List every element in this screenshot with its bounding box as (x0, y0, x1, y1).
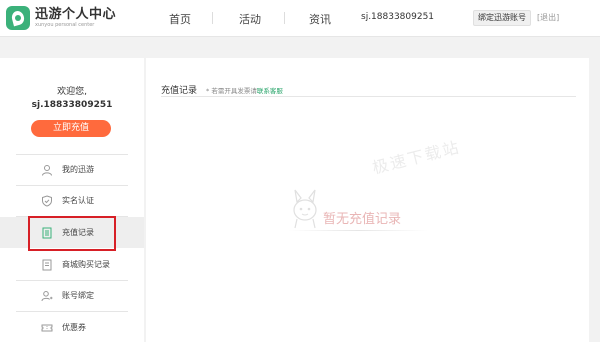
sidebar-item-shop-purchases[interactable]: 商城购买记录 (0, 249, 144, 280)
bind-account-button[interactable]: 绑定迅游账号 (473, 10, 531, 26)
nav-separator (212, 12, 213, 24)
logout-link[interactable]: [退出] (537, 12, 559, 23)
logo-title: 迅游个人中心 (35, 7, 117, 22)
logo-mark-icon (6, 6, 30, 30)
recharge-now-button[interactable]: 立即充值 (31, 120, 111, 137)
shield-check-icon (42, 194, 52, 207)
sidebar-item-my-xunyou[interactable]: 我的迅游 (0, 154, 144, 185)
recharge-records-panel: 充值记录 * 若需开具发票请联系客服 极速下载站 暂无充值记录 (146, 58, 589, 342)
nav-activities[interactable]: 活动 (239, 11, 261, 27)
user-icon (42, 164, 52, 176)
sidebar-item-label: 商城购买记录 (62, 260, 110, 269)
logo[interactable]: 迅游个人中心 xunyou personal center (6, 6, 116, 30)
sidebar-item-label: 实名认证 (62, 196, 94, 205)
empty-state: 暂无充值记录 (288, 188, 428, 238)
nav-separator (284, 12, 285, 24)
invoice-hint-text: * 若需开具发票请 (206, 87, 257, 95)
sidebar-item-account-binding[interactable]: 账号绑定 (0, 280, 144, 311)
sidebar-item-real-name[interactable]: 实名认证 (0, 185, 144, 216)
nav-home[interactable]: 首页 (169, 11, 191, 27)
sidebar: 欢迎您, sj.18833809251 立即充值 我的迅游 实名认证 充值记录 (0, 58, 144, 342)
top-header: 迅游个人中心 xunyou personal center 首页 活动 资讯 s… (0, 0, 600, 37)
invoice-hint: * 若需开具发票请联系客服 (206, 85, 283, 95)
sidebar-item-coupons[interactable]: 优惠券 (0, 312, 144, 342)
coupon-icon (41, 324, 53, 331)
contact-support-link[interactable]: 联系客服 (257, 87, 283, 95)
watermark: 极速下载站 (370, 137, 463, 178)
logo-subtitle: xunyou personal center (35, 22, 95, 28)
header-account: sj.18833809251 (361, 12, 435, 22)
empty-state-underline (288, 230, 428, 231)
empty-state-text: 暂无充值记录 (323, 212, 402, 227)
sidebar-item-label: 我的迅游 (62, 165, 94, 174)
empty-mascot-icon (293, 189, 317, 229)
highlight-annotation (28, 216, 116, 251)
nav-news[interactable]: 资讯 (309, 11, 331, 27)
receipt-icon (42, 259, 52, 270)
sidebar-item-label: 账号绑定 (62, 291, 94, 300)
welcome-text: 欢迎您, (57, 87, 87, 97)
user-link-icon (41, 290, 53, 301)
title-divider (161, 96, 576, 97)
sidebar-item-label: 优惠券 (62, 323, 86, 332)
sidebar-account: sj.18833809251 (31, 100, 113, 110)
page-title: 充值记录 (161, 86, 198, 96)
